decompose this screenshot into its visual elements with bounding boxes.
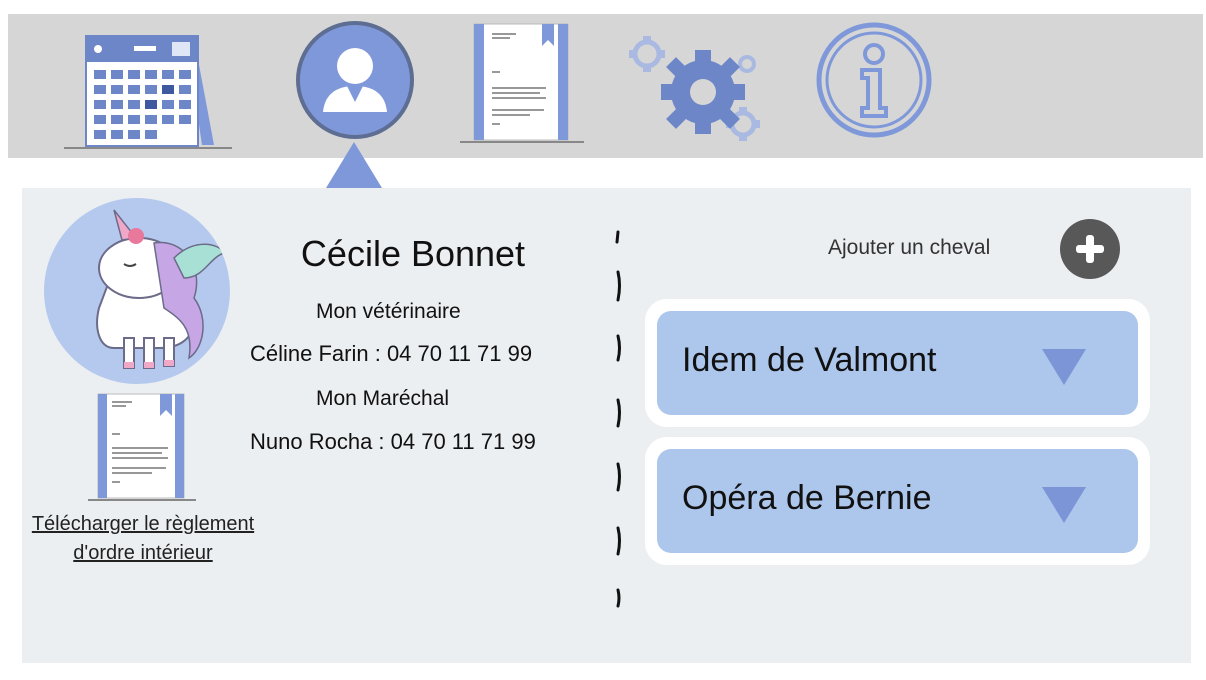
add-horse-label: Ajouter un cheval <box>828 236 991 259</box>
horse-card: Opéra de Bernie <box>645 437 1150 565</box>
avatar <box>44 198 230 384</box>
column-divider <box>610 230 628 610</box>
horse-name: Idem de Valmont <box>682 341 937 379</box>
calendar-icon[interactable] <box>64 30 232 157</box>
vet-label: Mon vétérinaire <box>316 300 461 323</box>
add-horse-button[interactable] <box>1060 219 1120 279</box>
rules-document-icon[interactable] <box>88 392 196 509</box>
unicorn-icon <box>96 209 226 369</box>
chevron-down-icon[interactable] <box>1042 487 1086 523</box>
farrier-label: Mon Maréchal <box>316 387 450 410</box>
download-link-line1: Télécharger le règlement <box>31 513 255 535</box>
owner-name: Cécile Bonnet <box>300 233 526 274</box>
vet-contact: Céline Farin : 04 70 11 71 99 <box>250 341 533 366</box>
user-profile-icon[interactable] <box>295 20 415 145</box>
horse-card: Idem de Valmont <box>645 299 1150 427</box>
horse-dropdown[interactable]: Idem de Valmont <box>657 311 1138 415</box>
download-rules-link[interactable]: Télécharger le règlement d'ordre intérie… <box>20 510 266 568</box>
active-tab-indicator <box>326 142 382 188</box>
horse-name: Opéra de Bernie <box>682 479 932 517</box>
chevron-down-icon[interactable] <box>1042 349 1086 385</box>
download-link-line2: d'ordre intérieur <box>73 542 213 564</box>
horse-dropdown[interactable]: Opéra de Bernie <box>657 449 1138 553</box>
farrier-contact: Nuno Rocha : 04 70 11 71 99 <box>250 429 536 454</box>
gears-icon[interactable] <box>625 34 775 149</box>
document-icon[interactable] <box>460 20 584 155</box>
info-icon[interactable] <box>814 20 934 145</box>
top-navigation-bar <box>8 14 1203 158</box>
